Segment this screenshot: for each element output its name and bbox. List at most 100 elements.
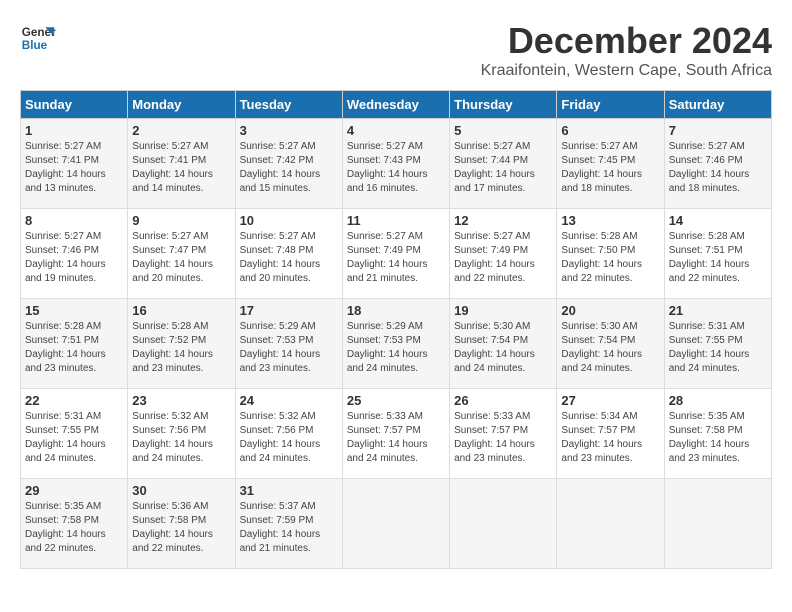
day-number: 13 <box>561 213 659 228</box>
month-title: December 2024 <box>481 20 772 62</box>
day-cell: 25 Sunrise: 5:33 AMSunset: 7:57 PMDaylig… <box>342 389 449 479</box>
day-info: Sunrise: 5:30 AMSunset: 7:54 PMDaylight:… <box>454 320 552 376</box>
day-cell: 13 Sunrise: 5:28 AMSunset: 7:50 PMDaylig… <box>557 209 664 299</box>
day-cell: 15 Sunrise: 5:28 AMSunset: 7:51 PMDaylig… <box>21 299 128 389</box>
day-number: 11 <box>347 213 445 228</box>
day-cell: 27 Sunrise: 5:34 AMSunset: 7:57 PMDaylig… <box>557 389 664 479</box>
day-number: 31 <box>240 483 338 498</box>
day-cell: 22 Sunrise: 5:31 AMSunset: 7:55 PMDaylig… <box>21 389 128 479</box>
header-thursday: Thursday <box>450 91 557 119</box>
day-number: 17 <box>240 303 338 318</box>
day-cell: 17 Sunrise: 5:29 AMSunset: 7:53 PMDaylig… <box>235 299 342 389</box>
day-number: 18 <box>347 303 445 318</box>
day-info: Sunrise: 5:28 AMSunset: 7:51 PMDaylight:… <box>25 320 123 376</box>
week-row-3: 15 Sunrise: 5:28 AMSunset: 7:51 PMDaylig… <box>21 299 772 389</box>
day-info: Sunrise: 5:27 AMSunset: 7:49 PMDaylight:… <box>454 230 552 286</box>
day-info: Sunrise: 5:27 AMSunset: 7:44 PMDaylight:… <box>454 140 552 196</box>
day-info: Sunrise: 5:32 AMSunset: 7:56 PMDaylight:… <box>240 410 338 466</box>
day-number: 1 <box>25 123 123 138</box>
day-cell: 3 Sunrise: 5:27 AMSunset: 7:42 PMDayligh… <box>235 119 342 209</box>
day-number: 29 <box>25 483 123 498</box>
day-cell: 2 Sunrise: 5:27 AMSunset: 7:41 PMDayligh… <box>128 119 235 209</box>
week-row-4: 22 Sunrise: 5:31 AMSunset: 7:55 PMDaylig… <box>21 389 772 479</box>
day-cell: 24 Sunrise: 5:32 AMSunset: 7:56 PMDaylig… <box>235 389 342 479</box>
day-cell: 16 Sunrise: 5:28 AMSunset: 7:52 PMDaylig… <box>128 299 235 389</box>
day-cell <box>450 479 557 569</box>
day-info: Sunrise: 5:33 AMSunset: 7:57 PMDaylight:… <box>347 410 445 466</box>
day-number: 12 <box>454 213 552 228</box>
day-number: 19 <box>454 303 552 318</box>
day-cell: 1 Sunrise: 5:27 AMSunset: 7:41 PMDayligh… <box>21 119 128 209</box>
day-cell: 20 Sunrise: 5:30 AMSunset: 7:54 PMDaylig… <box>557 299 664 389</box>
header-wednesday: Wednesday <box>342 91 449 119</box>
header-friday: Friday <box>557 91 664 119</box>
header-tuesday: Tuesday <box>235 91 342 119</box>
day-number: 26 <box>454 393 552 408</box>
day-cell: 26 Sunrise: 5:33 AMSunset: 7:57 PMDaylig… <box>450 389 557 479</box>
week-row-5: 29 Sunrise: 5:35 AMSunset: 7:58 PMDaylig… <box>21 479 772 569</box>
day-number: 4 <box>347 123 445 138</box>
logo: General Blue <box>20 20 56 56</box>
day-number: 23 <box>132 393 230 408</box>
calendar-table: SundayMondayTuesdayWednesdayThursdayFrid… <box>20 90 772 569</box>
day-info: Sunrise: 5:28 AMSunset: 7:51 PMDaylight:… <box>669 230 767 286</box>
day-number: 16 <box>132 303 230 318</box>
day-cell: 7 Sunrise: 5:27 AMSunset: 7:46 PMDayligh… <box>664 119 771 209</box>
day-info: Sunrise: 5:27 AMSunset: 7:46 PMDaylight:… <box>25 230 123 286</box>
day-cell: 23 Sunrise: 5:32 AMSunset: 7:56 PMDaylig… <box>128 389 235 479</box>
day-info: Sunrise: 5:27 AMSunset: 7:43 PMDaylight:… <box>347 140 445 196</box>
day-number: 8 <box>25 213 123 228</box>
day-info: Sunrise: 5:27 AMSunset: 7:48 PMDaylight:… <box>240 230 338 286</box>
day-info: Sunrise: 5:29 AMSunset: 7:53 PMDaylight:… <box>347 320 445 376</box>
day-number: 24 <box>240 393 338 408</box>
day-cell: 11 Sunrise: 5:27 AMSunset: 7:49 PMDaylig… <box>342 209 449 299</box>
day-info: Sunrise: 5:32 AMSunset: 7:56 PMDaylight:… <box>132 410 230 466</box>
day-number: 14 <box>669 213 767 228</box>
day-info: Sunrise: 5:29 AMSunset: 7:53 PMDaylight:… <box>240 320 338 376</box>
day-info: Sunrise: 5:27 AMSunset: 7:45 PMDaylight:… <box>561 140 659 196</box>
day-cell: 12 Sunrise: 5:27 AMSunset: 7:49 PMDaylig… <box>450 209 557 299</box>
day-cell <box>342 479 449 569</box>
day-cell: 18 Sunrise: 5:29 AMSunset: 7:53 PMDaylig… <box>342 299 449 389</box>
day-info: Sunrise: 5:27 AMSunset: 7:49 PMDaylight:… <box>347 230 445 286</box>
header-sunday: Sunday <box>21 91 128 119</box>
header-row: SundayMondayTuesdayWednesdayThursdayFrid… <box>21 91 772 119</box>
day-cell: 10 Sunrise: 5:27 AMSunset: 7:48 PMDaylig… <box>235 209 342 299</box>
location-title: Kraaifontein, Western Cape, South Africa <box>481 62 772 80</box>
day-number: 6 <box>561 123 659 138</box>
day-cell: 14 Sunrise: 5:28 AMSunset: 7:51 PMDaylig… <box>664 209 771 299</box>
day-cell: 21 Sunrise: 5:31 AMSunset: 7:55 PMDaylig… <box>664 299 771 389</box>
day-cell: 6 Sunrise: 5:27 AMSunset: 7:45 PMDayligh… <box>557 119 664 209</box>
header-monday: Monday <box>128 91 235 119</box>
day-info: Sunrise: 5:36 AMSunset: 7:58 PMDaylight:… <box>132 500 230 556</box>
day-number: 5 <box>454 123 552 138</box>
day-cell: 31 Sunrise: 5:37 AMSunset: 7:59 PMDaylig… <box>235 479 342 569</box>
day-info: Sunrise: 5:34 AMSunset: 7:57 PMDaylight:… <box>561 410 659 466</box>
day-info: Sunrise: 5:27 AMSunset: 7:47 PMDaylight:… <box>132 230 230 286</box>
day-info: Sunrise: 5:37 AMSunset: 7:59 PMDaylight:… <box>240 500 338 556</box>
day-cell: 5 Sunrise: 5:27 AMSunset: 7:44 PMDayligh… <box>450 119 557 209</box>
day-info: Sunrise: 5:28 AMSunset: 7:50 PMDaylight:… <box>561 230 659 286</box>
day-number: 25 <box>347 393 445 408</box>
day-info: Sunrise: 5:35 AMSunset: 7:58 PMDaylight:… <box>669 410 767 466</box>
header-saturday: Saturday <box>664 91 771 119</box>
day-number: 15 <box>25 303 123 318</box>
day-number: 28 <box>669 393 767 408</box>
day-number: 21 <box>669 303 767 318</box>
day-cell: 29 Sunrise: 5:35 AMSunset: 7:58 PMDaylig… <box>21 479 128 569</box>
day-number: 2 <box>132 123 230 138</box>
day-cell <box>557 479 664 569</box>
day-info: Sunrise: 5:33 AMSunset: 7:57 PMDaylight:… <box>454 410 552 466</box>
day-cell <box>664 479 771 569</box>
day-info: Sunrise: 5:27 AMSunset: 7:42 PMDaylight:… <box>240 140 338 196</box>
week-row-1: 1 Sunrise: 5:27 AMSunset: 7:41 PMDayligh… <box>21 119 772 209</box>
page-header: General Blue December 2024 Kraaifontein,… <box>20 20 772 80</box>
day-cell: 28 Sunrise: 5:35 AMSunset: 7:58 PMDaylig… <box>664 389 771 479</box>
title-section: December 2024 Kraaifontein, Western Cape… <box>481 20 772 80</box>
day-number: 10 <box>240 213 338 228</box>
day-number: 30 <box>132 483 230 498</box>
day-info: Sunrise: 5:31 AMSunset: 7:55 PMDaylight:… <box>669 320 767 376</box>
day-info: Sunrise: 5:27 AMSunset: 7:41 PMDaylight:… <box>25 140 123 196</box>
day-info: Sunrise: 5:31 AMSunset: 7:55 PMDaylight:… <box>25 410 123 466</box>
day-number: 7 <box>669 123 767 138</box>
